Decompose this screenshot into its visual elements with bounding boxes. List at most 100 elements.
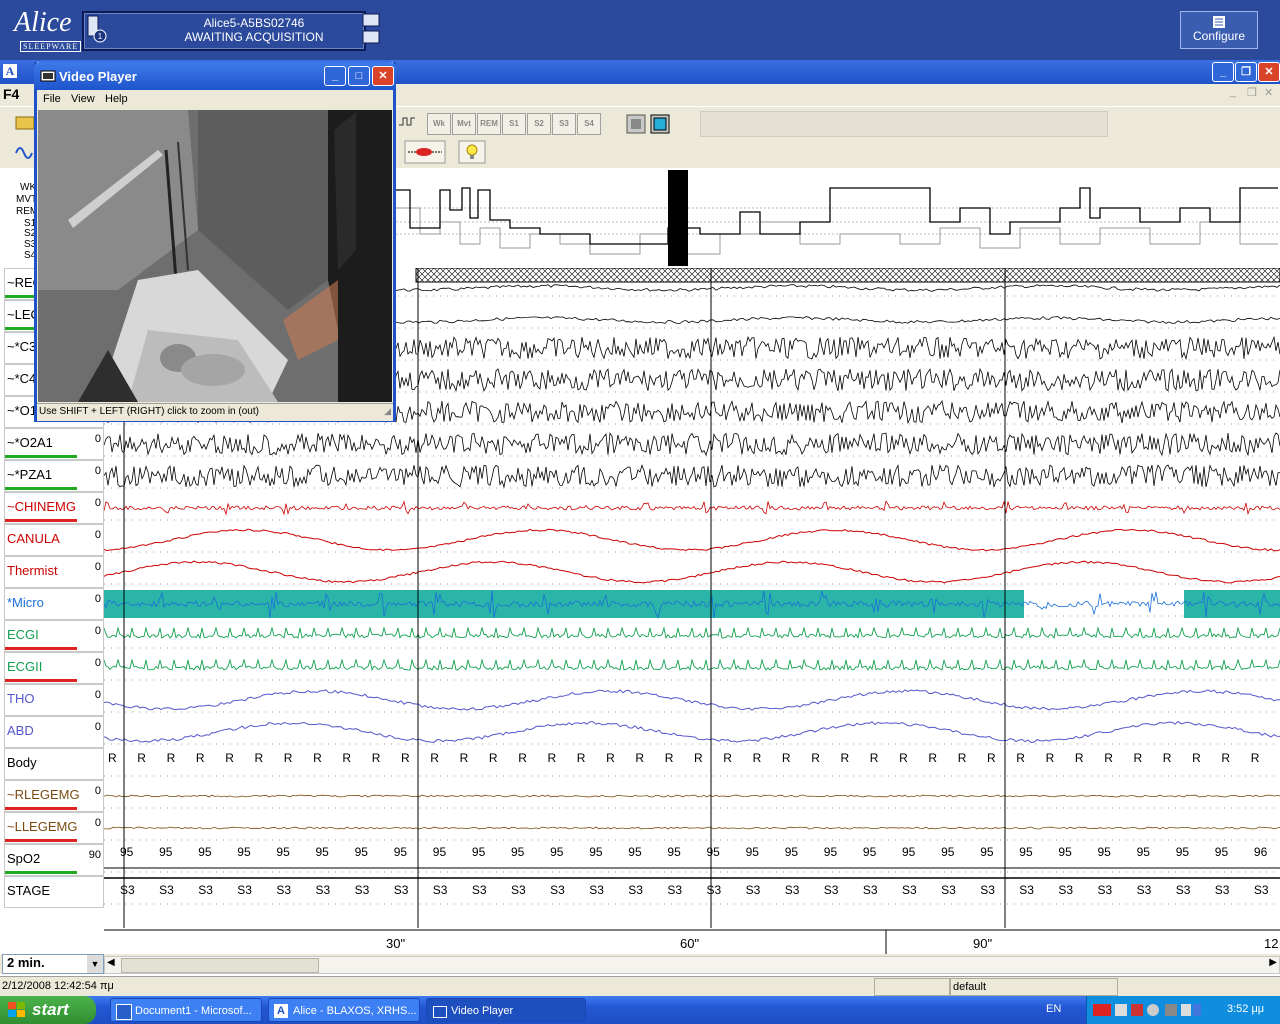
stage-button-wk[interactable]: Wk — [427, 113, 451, 135]
stage-button-s3[interactable]: S3 — [552, 113, 576, 135]
channel-label[interactable]: ~CHINEMG 0 — [4, 492, 104, 524]
lightbulb-icon[interactable] — [458, 140, 486, 164]
spo2-value: 95 — [120, 845, 134, 859]
event-marker-icon[interactable] — [404, 140, 446, 164]
scroll-left-arrow-icon[interactable]: ◀ — [107, 957, 115, 968]
channel-label[interactable]: STAGE — [4, 876, 104, 908]
configure-button[interactable]: Configure — [1180, 11, 1258, 49]
time-tick-label: 60" — [680, 936, 699, 951]
body-position-marker: R — [1134, 751, 1143, 765]
stage-button-s1[interactable]: S1 — [502, 113, 526, 135]
mdi-close-icon[interactable]: ✕ — [1264, 86, 1273, 99]
body-position-marker: R — [255, 751, 264, 765]
spo2-value: 95 — [276, 845, 290, 859]
channel-zero: 0 — [94, 561, 101, 573]
channel-label[interactable]: SpO2 90 — [4, 844, 104, 876]
resize-grip-icon[interactable]: ◢ — [384, 406, 391, 417]
trace-13 — [104, 689, 1280, 711]
channel-name: Body — [7, 755, 37, 770]
channel-name: ABD — [7, 723, 34, 738]
channel-label[interactable]: ~LLEGEMG 0 — [4, 812, 104, 844]
channel-name: ~*O2A1 — [7, 435, 53, 450]
video-maximize-button[interactable]: □ — [348, 66, 370, 86]
tray-icons[interactable] — [1093, 1002, 1203, 1018]
device-status-box[interactable]: Alice5-A5BS02746 AWAITING ACQUISITION — [82, 11, 366, 51]
micro-trace-band — [1184, 590, 1280, 618]
menu-view[interactable]: View — [71, 93, 95, 105]
view-mode-icons[interactable] — [625, 113, 673, 135]
device-side-icons[interactable] — [362, 12, 380, 46]
channel-zero: 0 — [94, 465, 101, 477]
menu-file[interactable]: File — [43, 93, 61, 105]
video-player-titlebar[interactable]: Video Player _ □ ✕ — [34, 62, 396, 90]
trace-12 — [104, 658, 1280, 672]
close-button[interactable]: ✕ — [1258, 62, 1280, 82]
channel-label[interactable]: THO 0 — [4, 684, 104, 716]
channel-label[interactable]: Thermist 0 — [4, 556, 104, 588]
body-position-marker: R — [1192, 751, 1201, 765]
hypnogram-cursor — [668, 170, 688, 266]
taskbar-item-alice[interactable]: A Alice - BLAXOS, XRHS... — [268, 998, 420, 1022]
stage-button-s2[interactable]: S2 — [527, 113, 551, 135]
stage-button-rem[interactable]: REM — [477, 113, 501, 135]
body-position-marker: R — [841, 751, 850, 765]
mdi-restore-icon[interactable]: ❐ — [1247, 86, 1257, 99]
channel-name: ~CHINEMG — [7, 499, 76, 514]
scrollbar-thumb[interactable] — [121, 958, 319, 973]
restore-button[interactable]: ❐ — [1235, 62, 1257, 82]
channel-label[interactable]: Body — [4, 748, 104, 780]
channel-label[interactable]: ~*O2A1 0 — [4, 428, 104, 460]
channel-label[interactable]: CANULA 0 — [4, 524, 104, 556]
video-frame[interactable] — [38, 110, 392, 402]
video-icon — [433, 1006, 447, 1018]
stage-value: S3 — [276, 883, 291, 897]
trace-11 — [104, 626, 1280, 640]
mdi-minimize-icon[interactable]: _ — [1230, 86, 1236, 98]
stage-value: S3 — [941, 883, 956, 897]
body-position-marker: R — [108, 751, 117, 765]
bottom-scroll-row: ◀ ▶ — [0, 954, 1280, 974]
trace-16 — [104, 794, 1280, 798]
chevron-down-icon[interactable]: ▼ — [87, 955, 103, 973]
minimize-button[interactable]: _ — [1212, 62, 1234, 82]
horizontal-scrollbar[interactable]: ◀ ▶ — [104, 956, 1280, 974]
channel-name: *Micro — [7, 595, 44, 610]
channel-zero: 0 — [94, 625, 101, 637]
stage-value: S3 — [1215, 883, 1230, 897]
body-position-marker: R — [1046, 751, 1055, 765]
stage-button-s4[interactable]: S4 — [577, 113, 601, 135]
channel-label[interactable]: ~RLEGEMG 0 — [4, 780, 104, 812]
language-indicator[interactable]: EN — [1046, 1003, 1061, 1015]
trace-5 — [104, 432, 1280, 457]
channel-label[interactable]: ABD 0 — [4, 716, 104, 748]
trace-17 — [104, 826, 1280, 830]
spo2-value: 95 — [316, 845, 330, 859]
scroll-right-arrow-icon[interactable]: ▶ — [1269, 957, 1277, 968]
body-position-marker: R — [606, 751, 615, 765]
channel-label[interactable]: ECGI 0 — [4, 620, 104, 652]
hypnogram-trace-grey — [396, 207, 1278, 255]
channel-name: ECGII — [7, 659, 43, 674]
stage-button-mvt[interactable]: Mvt — [452, 113, 476, 135]
channel-label[interactable]: *Micro 0 — [4, 588, 104, 620]
channel-label[interactable]: ECGII 0 — [4, 652, 104, 684]
taskbar-item-document[interactable]: Document1 - Microsof... — [110, 998, 262, 1022]
stage-value: S3 — [237, 883, 252, 897]
alice-app-icon: A — [274, 1004, 288, 1018]
taskbar-item-video-player[interactable]: Video Player — [426, 998, 586, 1022]
menu-help[interactable]: Help — [105, 93, 128, 105]
channel-label[interactable]: ~*PZA1 0 — [4, 460, 104, 492]
artifact-band — [415, 268, 1280, 283]
channel-gain-bar — [5, 839, 77, 842]
waveform-tool-icon[interactable] — [398, 113, 418, 131]
channel-name: SpO2 — [7, 851, 41, 866]
spo2-value: 95 — [1098, 845, 1112, 859]
video-minimize-button[interactable]: _ — [324, 66, 346, 86]
start-button[interactable]: start — [0, 996, 96, 1024]
zoom-select[interactable]: 2 min. ▼ — [2, 954, 104, 974]
status-profile: default — [953, 981, 987, 993]
video-close-button[interactable]: ✕ — [372, 66, 394, 86]
channel-zero: 0 — [94, 529, 101, 541]
trace-14 — [104, 720, 1280, 744]
montage-key[interactable]: F4 — [3, 86, 19, 102]
